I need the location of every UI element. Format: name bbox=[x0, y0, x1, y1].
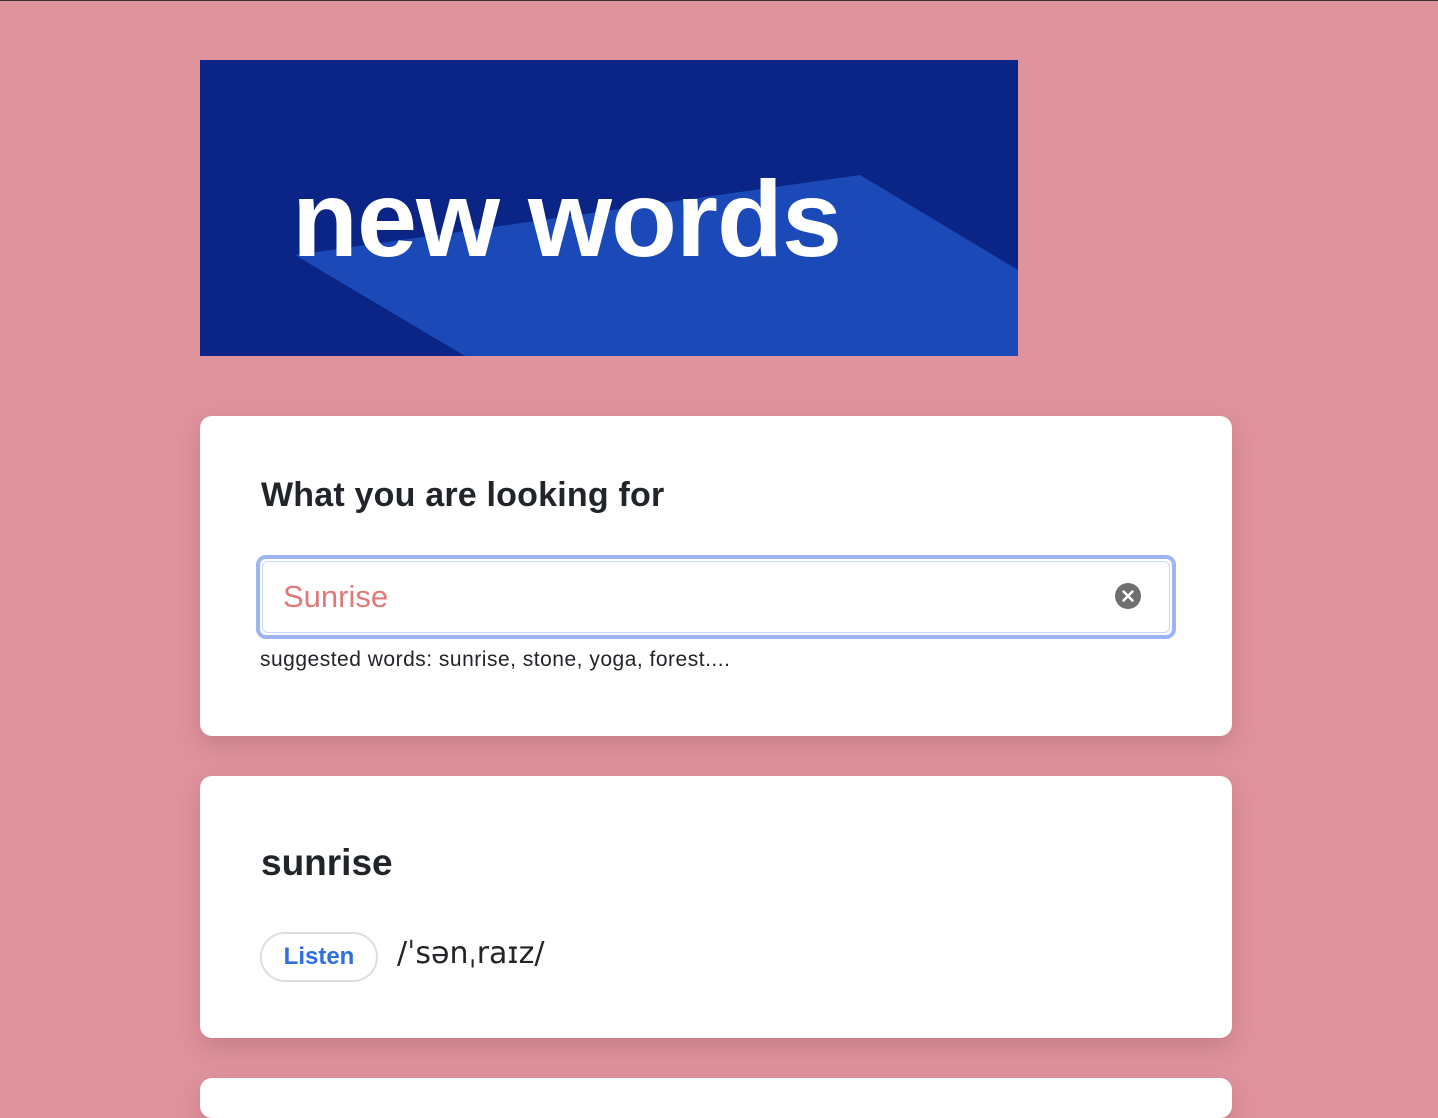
clear-search-button[interactable] bbox=[1115, 583, 1141, 609]
banner-title: new words bbox=[292, 158, 841, 279]
next-result-card bbox=[200, 1078, 1232, 1118]
search-heading: What you are looking for bbox=[261, 476, 665, 514]
search-card: What you are looking for suggested words… bbox=[200, 416, 1232, 736]
listen-button[interactable]: Listen bbox=[260, 932, 378, 982]
window-top-border bbox=[0, 0, 1438, 1]
search-input[interactable] bbox=[262, 561, 1170, 633]
word-title: sunrise bbox=[261, 842, 393, 883]
new-words-banner: new words bbox=[200, 60, 1018, 356]
word-result-card: sunrise Listen /ˈsənˌraɪz/ bbox=[200, 776, 1232, 1038]
phonetic-transcription: /ˈsənˌraɪz/ bbox=[397, 936, 545, 971]
suggested-words-hint: suggested words: sunrise, stone, yoga, f… bbox=[260, 648, 731, 671]
search-field bbox=[256, 555, 1176, 639]
close-circle-icon bbox=[1122, 590, 1134, 602]
